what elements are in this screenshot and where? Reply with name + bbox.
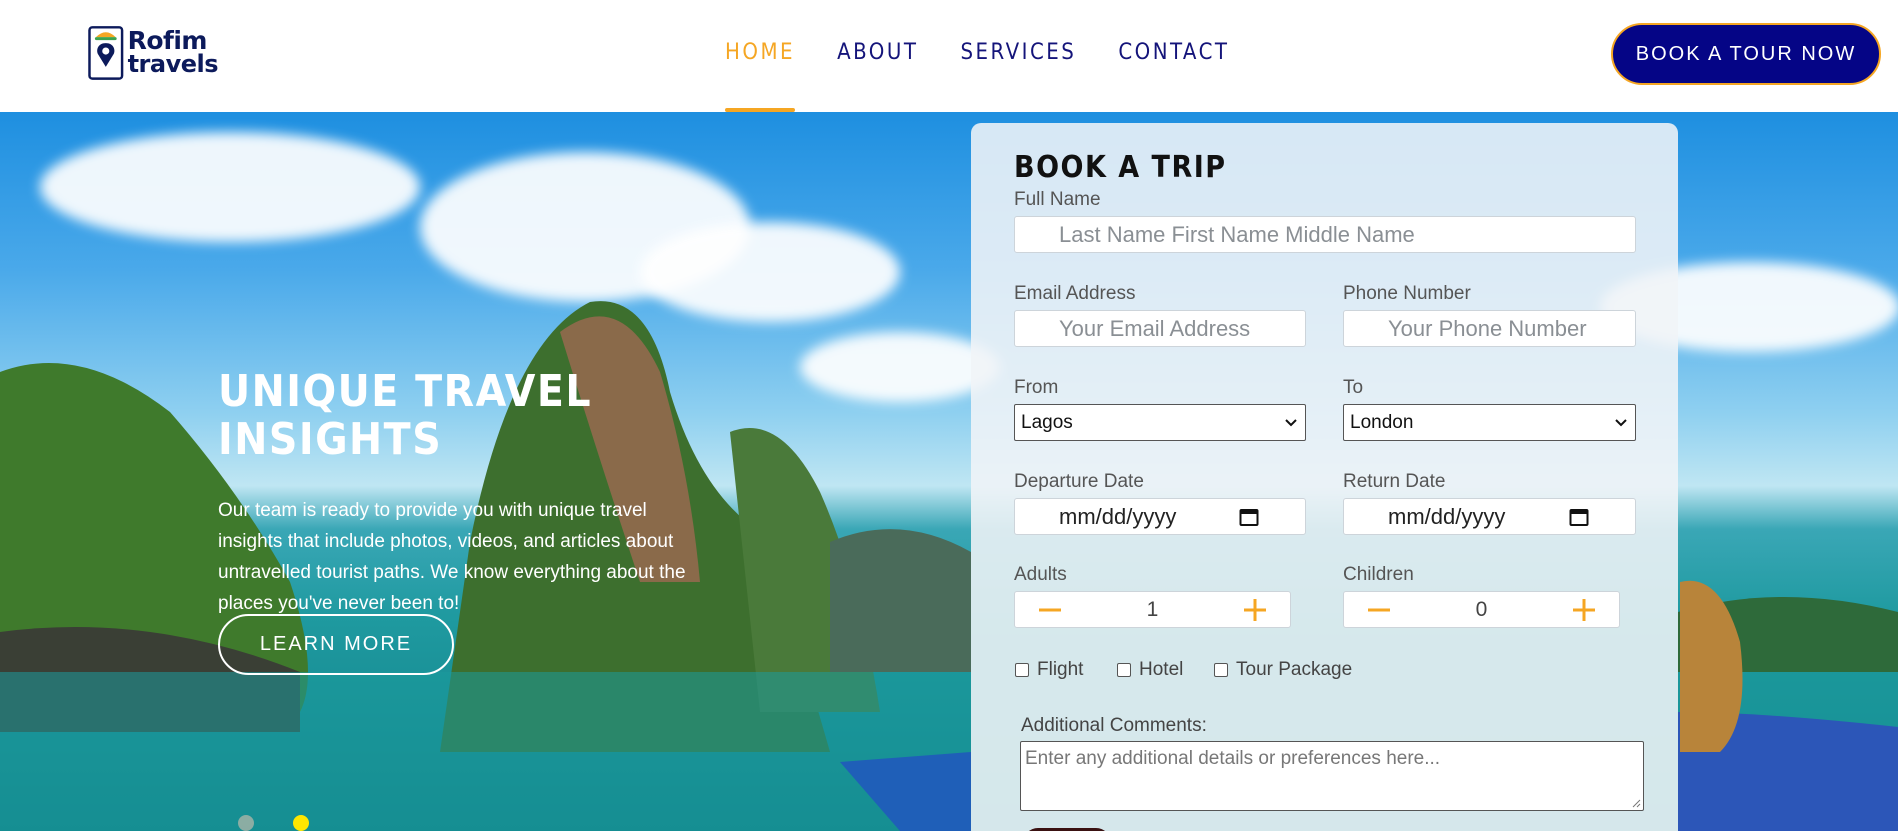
flight-checkbox[interactable] (1015, 663, 1029, 677)
calendar-icon[interactable] (1239, 507, 1259, 527)
departure-date-input[interactable]: mm/dd/yyyy (1014, 498, 1306, 535)
flight-option: Flight (1015, 659, 1083, 681)
hero-content: UNIQUE TRAVEL INSIGHTS Our team is ready… (218, 366, 688, 619)
chevron-down-icon (1285, 418, 1297, 426)
book-tour-button[interactable]: BOOK A TOUR NOW (1611, 23, 1881, 85)
hotel-label: Hotel (1139, 659, 1184, 680)
minus-icon[interactable] (1039, 599, 1061, 621)
nav-services[interactable]: SERVICES (960, 40, 1076, 112)
email-input[interactable]: Your Email Address (1014, 310, 1306, 347)
brand-name: Rofim travels (127, 25, 219, 78)
hotel-checkbox[interactable] (1117, 663, 1131, 677)
brand-line-1: Rofim (127, 25, 208, 55)
nav-about[interactable]: ABOUT (837, 40, 918, 112)
children-value: 0 (1475, 597, 1488, 621)
chevron-down-icon (1615, 418, 1627, 426)
slide-dot-1[interactable] (238, 815, 254, 831)
to-select[interactable]: London (1343, 404, 1636, 441)
phone-label: Phone Number (1343, 283, 1471, 304)
from-select[interactable]: Lagos (1014, 404, 1306, 441)
calendar-icon[interactable] (1569, 507, 1589, 527)
brand-logo[interactable]: Rofim travels (88, 22, 219, 82)
departure-date-label: Departure Date (1014, 471, 1144, 492)
children-label: Children (1343, 564, 1414, 585)
plus-icon[interactable] (1244, 598, 1266, 621)
from-value: Lagos (1021, 411, 1073, 433)
hotel-option: Hotel (1117, 659, 1183, 681)
comments-placeholder: Enter any additional details or preferen… (1025, 748, 1441, 769)
full-name-label: Full Name (1014, 189, 1101, 210)
full-name-input[interactable]: Last Name First Name Middle Name (1014, 216, 1636, 253)
email-label: Email Address (1014, 283, 1136, 304)
from-label: From (1014, 377, 1059, 398)
adults-label: Adults (1014, 564, 1067, 585)
tour-package-option: Tour Package (1214, 659, 1352, 681)
to-label: To (1343, 377, 1364, 398)
departure-date-value: mm/dd/yyyy (1059, 503, 1177, 529)
comments-label: Additional Comments: (1021, 715, 1207, 736)
children-stepper: 0 (1343, 591, 1620, 628)
hero-title: UNIQUE TRAVEL INSIGHTS (218, 366, 593, 466)
adults-stepper: 1 (1014, 591, 1291, 628)
return-date-input[interactable]: mm/dd/yyyy (1343, 498, 1636, 535)
phone-input[interactable]: Your Phone Number (1343, 310, 1636, 347)
minus-icon[interactable] (1368, 599, 1390, 621)
hero-description: Our team is ready to provide you with un… (218, 499, 686, 614)
navbar: Rofim travels HOME ABOUT SERVICES CONTAC… (0, 0, 1898, 112)
nav-home[interactable]: HOME (725, 40, 796, 112)
learn-more-button[interactable]: LEARN MORE (218, 614, 454, 675)
tour-package-checkbox[interactable] (1214, 663, 1228, 677)
slide-dot-2-active[interactable] (293, 815, 309, 831)
booking-form: BOOK A TRIP Full Name Last Name First Na… (971, 123, 1678, 831)
nav-contact[interactable]: CONTACT (1118, 40, 1229, 112)
tour-package-label: Tour Package (1236, 659, 1353, 680)
return-date-value: mm/dd/yyyy (1388, 503, 1506, 529)
adults-value: 1 (1146, 597, 1159, 621)
resize-grip-icon[interactable] (1631, 798, 1641, 808)
brand-line-2: travels (127, 49, 219, 78)
plus-icon[interactable] (1573, 598, 1595, 621)
flight-label: Flight (1037, 659, 1084, 680)
comments-textarea[interactable]: Enter any additional details or preferen… (1020, 741, 1644, 811)
main-nav: HOME ABOUT SERVICES CONTACT (725, 40, 1271, 112)
to-value: London (1350, 411, 1414, 433)
form-title: BOOK A TRIP (1014, 150, 1227, 185)
pin-logo-icon (88, 26, 124, 80)
return-date-label: Return Date (1343, 471, 1446, 492)
